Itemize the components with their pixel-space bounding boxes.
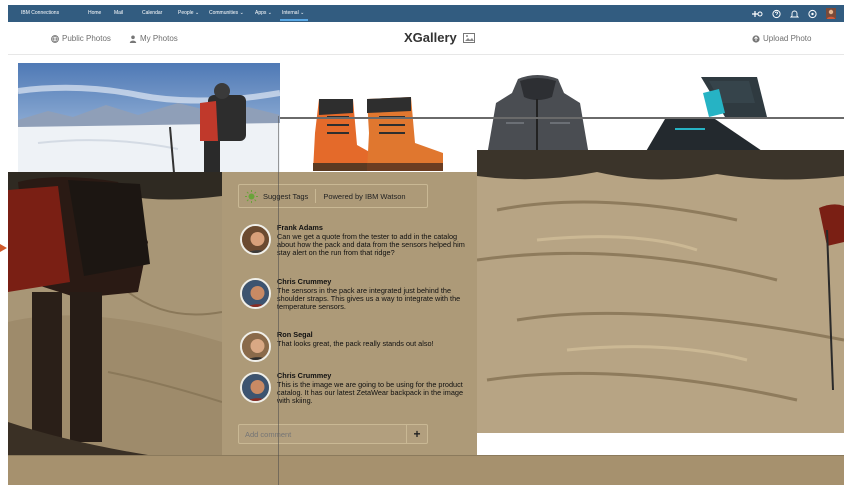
help-icon[interactable] [772, 9, 781, 19]
add-comment-input[interactable] [239, 425, 407, 443]
comment-text: This is the image we are going to be usi… [277, 380, 464, 405]
nav-mail[interactable]: Mail [114, 10, 123, 16]
tags-bar: Suggest Tags Powered by IBM Watson [238, 184, 428, 208]
top-navigation-bar: IBM Connections Home Mail Calendar Peopl… [8, 5, 844, 22]
nav-apps[interactable]: Apps ⌄ [255, 10, 272, 16]
public-photos-link[interactable]: Public Photos [51, 34, 111, 43]
add-comment-box: + [238, 424, 428, 444]
backpack-image [645, 77, 767, 153]
gallery-title: XGallery [404, 30, 475, 45]
comment-author[interactable]: Frank Adams [277, 224, 470, 232]
comment-author[interactable]: Ron Segal [277, 331, 434, 339]
divider-line [280, 117, 844, 119]
watson-icon [245, 189, 258, 203]
comment-author[interactable]: Chris Crummey [277, 372, 470, 380]
overlay-bottom-strip [8, 455, 844, 485]
comment-item: Ron Segal That looks great, the pack rea… [240, 331, 470, 362]
comment-body: Chris Crummey This is the image we are g… [277, 372, 470, 405]
snow-detail-overlay [477, 150, 844, 433]
comment-body: Ron Segal That looks great, the pack rea… [277, 331, 434, 362]
notifications-icon[interactable] [790, 9, 799, 19]
globe-icon [51, 34, 59, 43]
add-icon[interactable] [751, 9, 763, 19]
comment-text: Can we get a quote from the tester to ad… [277, 232, 465, 257]
photo-thumb-backpack[interactable] [645, 73, 775, 153]
gallery-header: Public Photos My Photos XGallery Upload … [8, 22, 844, 55]
photo-comments-panel: Suggest Tags Powered by IBM Watson Frank… [222, 172, 477, 455]
previous-arrow-icon[interactable] [0, 244, 7, 252]
avatar[interactable] [240, 331, 271, 362]
upload-photo-label: Upload Photo [763, 34, 812, 43]
comment-item: Frank Adams Can we get a quote from the … [240, 224, 470, 257]
gallery-title-text: XGallery [404, 30, 457, 45]
nav-communities[interactable]: Communities ⌄ [209, 10, 244, 16]
avatar[interactable] [240, 372, 271, 403]
skier-mountain-image [18, 63, 280, 173]
my-photos-link[interactable]: My Photos [129, 34, 178, 43]
photo-thumb-boots[interactable] [305, 93, 450, 173]
comment-body: Chris Crummey The sensors in the pack ar… [277, 278, 470, 311]
settings-icon[interactable] [808, 9, 817, 19]
photo-thumb-skier[interactable] [18, 63, 280, 173]
comment-item: Chris Crummey The sensors in the pack ar… [240, 278, 470, 311]
comment-text: The sensors in the pack are integrated j… [277, 286, 461, 311]
user-avatar[interactable] [826, 8, 836, 19]
snow-closeup-image [477, 150, 844, 433]
public-photos-label: Public Photos [62, 34, 111, 43]
nav-internal[interactable]: Internal ⌄ [282, 10, 304, 16]
comment-text: That looks great, the pack really stands… [277, 339, 434, 348]
powered-by-watson: Powered by IBM Watson [323, 191, 406, 201]
brand-link[interactable]: IBM Connections [21, 10, 59, 16]
comment-item: Chris Crummey This is the image we are g… [240, 372, 470, 405]
guide-line [278, 116, 279, 485]
nav-calendar[interactable]: Calendar [142, 10, 162, 16]
person-icon [129, 35, 137, 43]
avatar[interactable] [240, 224, 271, 255]
active-tab-indicator [280, 19, 308, 21]
my-photos-label: My Photos [140, 34, 178, 43]
add-comment-button[interactable]: + [406, 425, 427, 443]
upload-photo-button[interactable]: Upload Photo [752, 34, 811, 43]
image-icon [462, 32, 475, 43]
upload-icon [752, 34, 760, 43]
nav-home[interactable]: Home [88, 10, 101, 16]
skier-detail-overlay [8, 172, 222, 455]
tags-separator [315, 189, 317, 203]
comment-author[interactable]: Chris Crummey [277, 278, 470, 286]
avatar[interactable] [240, 278, 271, 309]
hiking-boots-image [313, 97, 443, 171]
suggest-tags-button[interactable]: Suggest Tags [263, 192, 308, 201]
nav-people[interactable]: People ⌄ [178, 10, 199, 16]
comment-body: Frank Adams Can we get a quote from the … [277, 224, 470, 257]
skier-closeup-image [8, 172, 222, 455]
